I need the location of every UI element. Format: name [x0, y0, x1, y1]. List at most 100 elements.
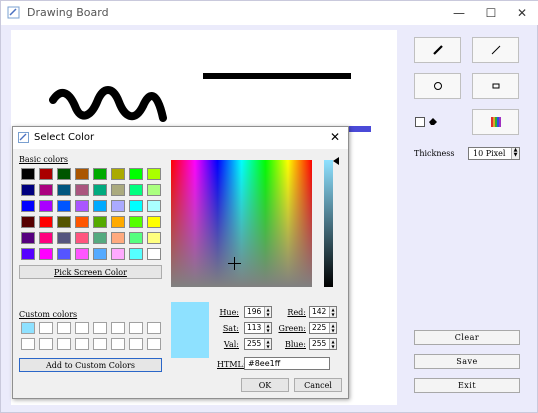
spin-arrows-icon[interactable]: ▲ ▼ — [264, 339, 271, 349]
minimize-button[interactable]: — — [443, 1, 475, 25]
maximize-button[interactable]: ☐ — [475, 1, 507, 25]
basic-color-swatch[interactable] — [57, 216, 71, 228]
thickness-spin-arrows[interactable]: ▲ ▼ — [511, 148, 519, 159]
basic-color-swatch[interactable] — [39, 168, 53, 180]
brush-tool-button[interactable] — [414, 37, 461, 63]
basic-color-swatch[interactable] — [111, 200, 125, 212]
basic-color-swatch[interactable] — [93, 248, 107, 260]
basic-color-swatch[interactable] — [129, 168, 143, 180]
val-spinbox[interactable]: 255 ▲ ▼ — [244, 338, 272, 350]
rectangle-tool-button[interactable] — [472, 73, 519, 99]
basic-color-swatch[interactable] — [147, 232, 161, 244]
custom-color-swatch[interactable] — [75, 338, 89, 350]
basic-color-swatch[interactable] — [57, 184, 71, 196]
spin-arrows-icon[interactable]: ▲ ▼ — [264, 323, 271, 333]
spin-arrows-icon[interactable]: ▲ ▼ — [329, 323, 336, 333]
basic-color-swatch[interactable] — [111, 248, 125, 260]
pick-screen-color-button[interactable]: Pick Screen Color — [19, 265, 162, 279]
basic-color-swatch[interactable] — [93, 184, 107, 196]
basic-color-swatch[interactable] — [39, 248, 53, 260]
spin-arrows-icon[interactable]: ▲ ▼ — [264, 307, 271, 317]
basic-color-swatch[interactable] — [21, 184, 35, 196]
custom-color-swatch[interactable] — [57, 338, 71, 350]
custom-color-swatch[interactable] — [147, 338, 161, 350]
green-spinbox[interactable]: 225 ▲ ▼ — [309, 322, 337, 334]
hue-spinbox[interactable]: 196 ▲ ▼ — [244, 306, 272, 318]
basic-color-swatch[interactable] — [147, 200, 161, 212]
sat-spinbox[interactable]: 113 ▲ ▼ — [244, 322, 272, 334]
spin-arrows-icon[interactable]: ▲ ▼ — [329, 307, 336, 317]
dialog-close-icon[interactable]: ✕ — [330, 130, 340, 144]
circle-tool-button[interactable] — [414, 73, 461, 99]
basic-color-swatch[interactable] — [21, 248, 35, 260]
line-tool-button[interactable] — [472, 37, 519, 63]
exit-button[interactable]: Exit — [414, 378, 520, 393]
basic-color-swatch[interactable] — [21, 232, 35, 244]
basic-color-swatch[interactable] — [147, 248, 161, 260]
value-slider-arrow-icon[interactable] — [333, 157, 339, 165]
custom-color-swatch[interactable] — [129, 322, 143, 334]
basic-color-swatch[interactable] — [75, 200, 89, 212]
custom-color-swatch[interactable] — [21, 322, 35, 334]
basic-color-swatch[interactable] — [129, 216, 143, 228]
basic-color-swatch[interactable] — [111, 184, 125, 196]
basic-color-swatch[interactable] — [111, 168, 125, 180]
custom-color-swatch[interactable] — [21, 338, 35, 350]
html-input[interactable]: #8ee1ff — [244, 357, 330, 370]
add-custom-colors-button[interactable]: Add to Custom Colors — [19, 358, 162, 372]
basic-color-swatch[interactable] — [75, 184, 89, 196]
basic-color-swatch[interactable] — [75, 232, 89, 244]
value-slider[interactable] — [324, 160, 333, 287]
color-spectrum[interactable] — [171, 160, 312, 287]
basic-color-swatch[interactable] — [39, 184, 53, 196]
basic-color-swatch[interactable] — [129, 248, 143, 260]
color-picker-button[interactable] — [472, 109, 519, 135]
basic-color-swatch[interactable] — [57, 168, 71, 180]
basic-color-swatch[interactable] — [147, 184, 161, 196]
basic-color-swatch[interactable] — [21, 200, 35, 212]
basic-color-swatch[interactable] — [147, 216, 161, 228]
thickness-spinbox[interactable]: 10 Pixel ▲ ▼ — [468, 147, 520, 160]
cancel-button[interactable]: Cancel — [294, 378, 342, 392]
basic-color-swatch[interactable] — [93, 200, 107, 212]
basic-color-swatch[interactable] — [39, 216, 53, 228]
spin-arrows-icon[interactable]: ▲ ▼ — [329, 339, 336, 349]
close-window-button[interactable]: ✕ — [506, 1, 538, 25]
custom-color-swatch[interactable] — [147, 322, 161, 334]
custom-color-swatch[interactable] — [93, 322, 107, 334]
basic-color-swatch[interactable] — [21, 168, 35, 180]
basic-color-swatch[interactable] — [75, 168, 89, 180]
custom-color-swatch[interactable] — [129, 338, 143, 350]
basic-color-swatch[interactable] — [129, 200, 143, 212]
basic-color-swatch[interactable] — [39, 232, 53, 244]
basic-color-swatch[interactable] — [129, 184, 143, 196]
basic-color-swatch[interactable] — [93, 232, 107, 244]
basic-color-swatch[interactable] — [57, 248, 71, 260]
basic-color-swatch[interactable] — [39, 200, 53, 212]
basic-color-swatch[interactable] — [111, 216, 125, 228]
red-spinbox[interactable]: 142 ▲ ▼ — [309, 306, 337, 318]
basic-color-swatch[interactable] — [75, 216, 89, 228]
basic-color-swatch[interactable] — [111, 232, 125, 244]
custom-color-swatch[interactable] — [111, 338, 125, 350]
eraser-checkbox[interactable] — [415, 117, 425, 127]
basic-color-swatch[interactable] — [75, 248, 89, 260]
custom-color-swatch[interactable] — [75, 322, 89, 334]
ok-button[interactable]: OK — [241, 378, 289, 392]
basic-color-swatch[interactable] — [129, 232, 143, 244]
basic-color-swatch[interactable] — [57, 232, 71, 244]
custom-color-swatch[interactable] — [39, 322, 53, 334]
basic-color-swatch[interactable] — [147, 168, 161, 180]
clear-button[interactable]: Clear — [414, 330, 520, 345]
custom-color-swatch[interactable] — [93, 338, 107, 350]
basic-color-swatch[interactable] — [57, 200, 71, 212]
custom-color-swatch[interactable] — [39, 338, 53, 350]
basic-color-swatch[interactable] — [21, 216, 35, 228]
custom-colors-label: Custom colors — [19, 310, 78, 319]
custom-color-swatch[interactable] — [111, 322, 125, 334]
blue-spinbox[interactable]: 255 ▲ ▼ — [309, 338, 337, 350]
custom-color-swatch[interactable] — [57, 322, 71, 334]
basic-color-swatch[interactable] — [93, 216, 107, 228]
save-button[interactable]: Save — [414, 354, 520, 369]
basic-color-swatch[interactable] — [93, 168, 107, 180]
